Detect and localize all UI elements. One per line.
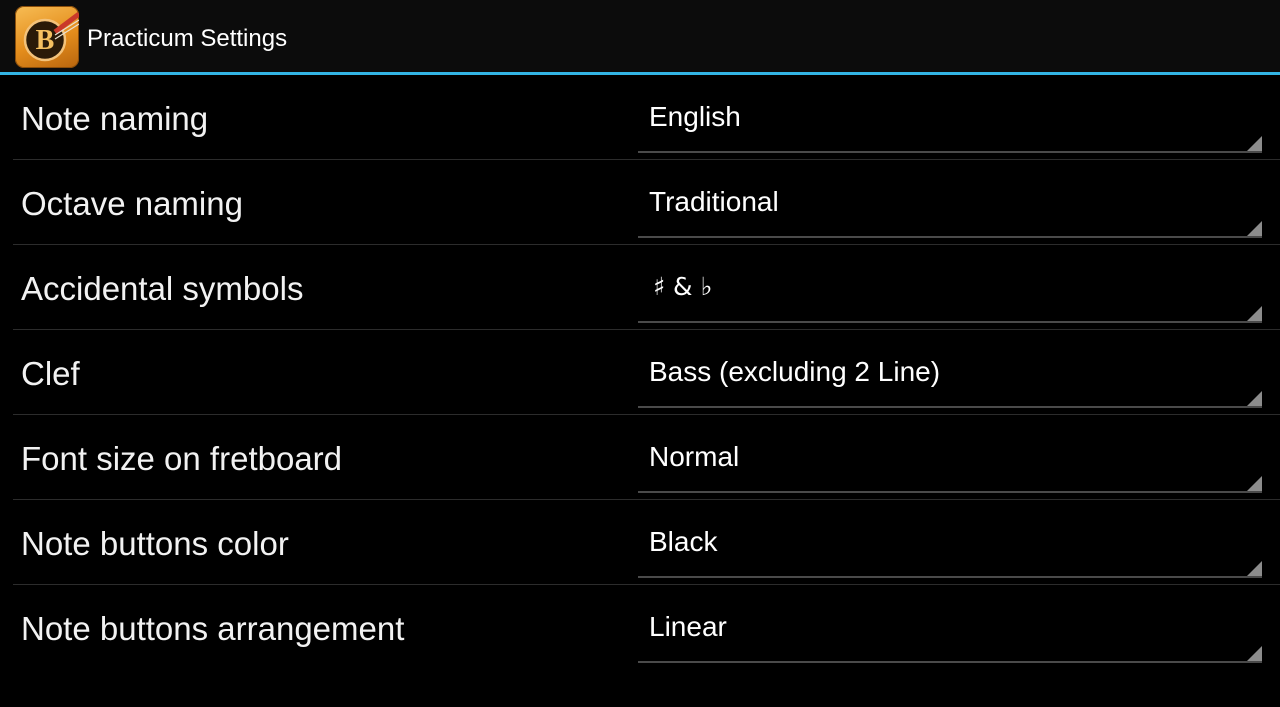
note-buttons-color-spinner[interactable]: Black [638, 516, 1262, 578]
spinner-underline [638, 661, 1262, 663]
dropdown-corner-icon [1247, 391, 1262, 406]
setting-row-clef: Clef Bass (excluding 2 Line) [0, 330, 1280, 415]
dropdown-corner-icon [1247, 306, 1262, 321]
setting-label: Octave naming [21, 185, 243, 222]
clef-spinner[interactable]: Bass (excluding 2 Line) [638, 346, 1262, 408]
spinner-value: Black [649, 526, 718, 557]
spinner-underline [638, 406, 1262, 408]
setting-label: Note naming [21, 100, 209, 137]
dropdown-corner-icon [1247, 221, 1262, 236]
spinner-value: Bass (excluding 2 Line) [649, 356, 941, 387]
settings-list: Note naming English Octave naming Tradit… [0, 75, 1280, 670]
spinner-value: Linear [649, 611, 727, 642]
spinner-underline [638, 321, 1262, 323]
dropdown-corner-icon [1247, 646, 1262, 661]
dropdown-corner-icon [1247, 136, 1262, 151]
dropdown-corner-icon [1247, 561, 1262, 576]
app-icon[interactable]: B [15, 6, 79, 68]
setting-label: Clef [21, 355, 80, 392]
setting-row-note-buttons-color: Note buttons color Black [0, 500, 1280, 585]
font-size-spinner[interactable]: Normal [638, 431, 1262, 493]
spinner-value: ♯ & ♭ [653, 272, 713, 301]
app-title: Practicum Settings [87, 25, 288, 52]
bass-guitar-icon: B [23, 12, 79, 62]
spinner-underline [638, 236, 1262, 238]
setting-label: Note buttons color [21, 525, 289, 562]
setting-row-note-naming: Note naming English [0, 75, 1280, 160]
spinner-underline [638, 491, 1262, 493]
setting-label: Note buttons arrangement [21, 610, 405, 647]
spinner-value: English [649, 101, 741, 132]
setting-row-octave-naming: Octave naming Traditional [0, 160, 1280, 245]
spinner-underline [638, 151, 1262, 153]
setting-row-font-size-on-fretboard: Font size on fretboard Normal [0, 415, 1280, 500]
dropdown-corner-icon [1247, 476, 1262, 491]
note-buttons-arrangement-spinner[interactable]: Linear [638, 601, 1262, 663]
spinner-value: Traditional [649, 186, 779, 217]
setting-label: Accidental symbols [21, 270, 304, 307]
app-icon-letter: B [36, 25, 55, 56]
accidental-symbols-spinner[interactable]: ♯ & ♭ [638, 261, 1262, 323]
spinner-value: Normal [649, 441, 740, 472]
spinner-underline [638, 576, 1262, 578]
setting-row-accidental-symbols: Accidental symbols ♯ & ♭ [0, 245, 1280, 330]
setting-label: Font size on fretboard [21, 440, 343, 477]
action-bar: B Practicum Settings [0, 0, 1280, 72]
setting-row-note-buttons-arrangement: Note buttons arrangement Linear [0, 585, 1280, 670]
octave-naming-spinner[interactable]: Traditional [638, 176, 1262, 238]
note-naming-spinner[interactable]: English [638, 91, 1262, 153]
